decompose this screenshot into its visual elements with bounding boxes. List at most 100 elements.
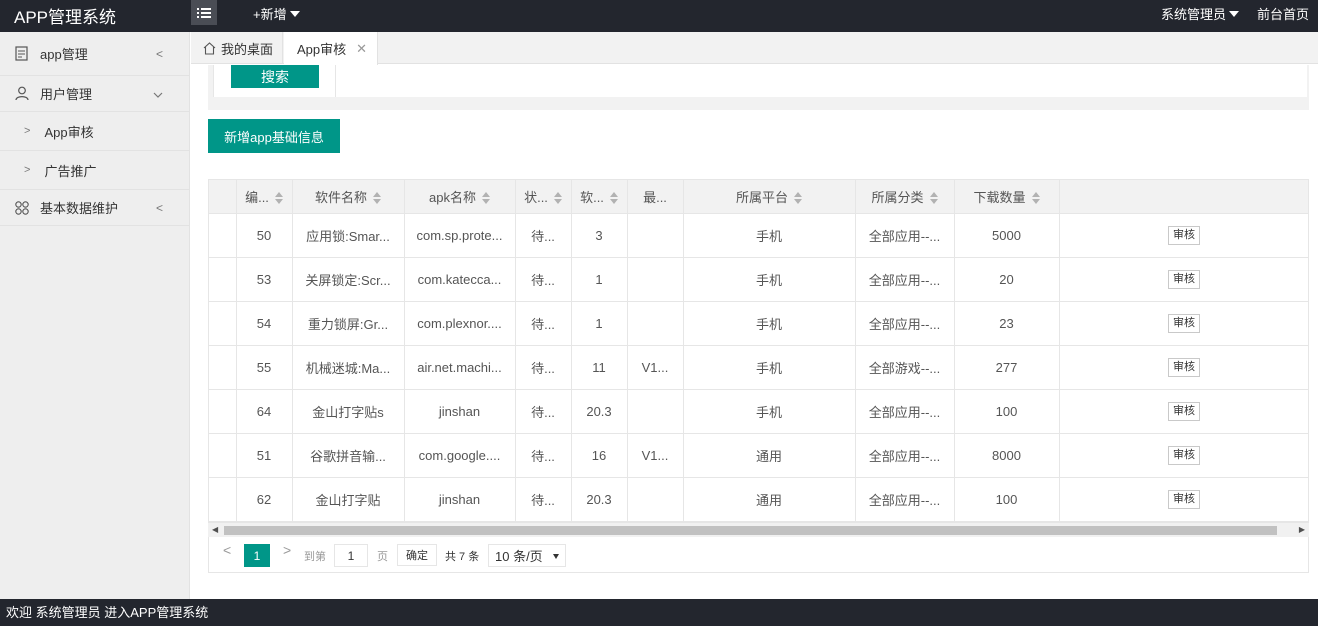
tab-app-audit[interactable]: App审核 ✕ [284,32,378,65]
cell-category: 全部应用--... [855,477,955,522]
new-dropdown[interactable]: +新增 [253,4,300,23]
cell-name: 应用锁:Smar... [292,213,405,258]
audit-button[interactable]: 审核 [1168,401,1200,421]
frontend-home-link[interactable]: 前台首页 [1257,4,1309,23]
audit-button[interactable]: 审核 [1168,445,1200,465]
chevron-down-icon [153,87,163,101]
table-header[interactable]: 最... [627,180,684,214]
cell-ver [627,301,684,346]
cell-platform: 手机 [683,213,856,258]
cell-category: 全部应用--... [855,389,955,434]
table-header[interactable]: 软件名称 [292,180,405,214]
admin-dropdown[interactable]: 系统管理员 [1161,4,1240,23]
cell-action: 审核 [1059,213,1308,258]
cell-category: 全部应用--... [855,301,955,346]
cell-apk: com.sp.prote... [404,213,516,258]
app-table: 编... 软件名称 apk名称 状... 软... 最... 所属平台 所属分类… [208,179,1309,537]
next-page-icon[interactable]: > [283,542,291,558]
table-header[interactable]: apk名称 [404,180,516,214]
cell-platform: 手机 [683,257,856,302]
cell-name: 关屏锁定:Scr... [292,257,405,302]
search-panel: 搜索 [208,65,1309,110]
add-app-button[interactable]: 新增app基础信息 [208,119,340,153]
tab-my-desktop[interactable]: 我的桌面 [191,32,283,64]
scroll-left-icon[interactable]: ◀ [212,525,218,534]
audit-button[interactable]: 审核 [1168,489,1200,509]
table-header[interactable]: 状... [515,180,572,214]
close-icon[interactable]: ✕ [356,41,367,57]
header-label: 最... [643,189,667,205]
scrollbar-thumb[interactable] [224,526,1277,535]
sort-icon[interactable] [481,192,490,205]
cell-action: 审核 [1059,433,1308,478]
sidebar-item-basic-data[interactable]: 基本数据维护 < [0,190,189,226]
cell-name: 金山打字贴 [292,477,405,522]
audit-button[interactable]: 审核 [1168,225,1200,245]
sidebar-item-app-manage[interactable]: app管理 < [0,32,189,76]
page-number-input[interactable] [334,544,368,567]
sort-icon[interactable] [1031,192,1040,205]
row-select-cell [209,477,237,522]
cell-downloads: 277 [954,345,1060,390]
cell-apk: jinshan [404,389,516,434]
cell-status: 待... [515,477,572,522]
row-select-cell [209,433,237,478]
cell-status: 待... [515,389,572,434]
table-header[interactable]: 所属平台 [683,180,856,214]
app-title: APP管理系统 [14,8,117,27]
sort-icon[interactable] [929,192,938,205]
grid-icon [14,200,30,216]
cell-category: 全部应用--... [855,433,955,478]
table-header[interactable]: 所属分类 [855,180,955,214]
table-body: 50 应用锁:Smar... com.sp.prote... 待... 3 手机 全部应用-… [209,213,1308,522]
page-confirm-button[interactable]: 确定 [397,544,437,566]
cell-size: 1 [571,301,628,346]
horizontal-scrollbar[interactable]: ◀ ▶ [208,522,1309,537]
search-button[interactable]: 搜索 [231,65,319,88]
sort-icon[interactable] [794,192,802,205]
cell-platform: 通用 [683,477,856,522]
cell-ver [627,257,684,302]
audit-button[interactable]: 审核 [1168,313,1200,333]
tab-label: App审核 [297,42,347,57]
main-content: 搜索 新增app基础信息 编... 软件名称 apk名称 状... 软... 最… [191,65,1318,599]
table-header[interactable]: 编... [236,180,293,214]
chevron-left-icon: < [155,46,163,61]
row-select-cell [209,389,237,434]
table-row: 50 应用锁:Smar... com.sp.prote... 待... 3 手机 全部应用-… [209,213,1308,258]
cell-size: 20.3 [571,389,628,434]
header-label: 所属分类 [871,189,924,205]
sort-icon[interactable] [609,192,618,205]
cell-platform: 手机 [683,345,856,390]
table-header[interactable]: 软... [571,180,628,214]
sidebar-item-ads[interactable]: > 广告推广 [0,151,189,190]
page-size-select[interactable]: 10 条/页 [488,544,566,567]
sort-icon[interactable] [553,192,562,205]
row-select-cell [209,257,237,302]
cell-id: 51 [236,433,293,478]
header-label: 所属平台 [735,189,788,205]
cell-size: 3 [571,213,628,258]
total-count: 共 7 条 [445,551,480,563]
sidebar-item-user-manage[interactable]: 用户管理 [0,76,189,112]
header-label: 状... [524,189,548,205]
scroll-right-icon[interactable]: ▶ [1299,525,1305,534]
footer: 欢迎 系统管理员 进入APP管理系统 [0,599,1318,626]
prev-page-icon[interactable]: < [223,542,231,558]
cell-id: 50 [236,213,293,258]
sort-icon[interactable] [274,192,283,205]
audit-button[interactable]: 审核 [1168,269,1200,289]
table-header[interactable]: 下载数量 [954,180,1060,214]
home-icon [203,41,216,55]
user-icon [14,86,30,102]
cell-apk: air.net.machi... [404,345,516,390]
audit-button[interactable]: 审核 [1168,357,1200,377]
page-current[interactable]: 1 [244,544,270,567]
cell-ver [627,477,684,522]
cell-downloads: 100 [954,389,1060,434]
cell-downloads: 5000 [954,213,1060,258]
caret-down-icon [289,11,300,17]
sidebar-item-app-audit[interactable]: > App审核 [0,112,189,151]
menu-toggle-button[interactable] [191,0,217,25]
sort-icon[interactable] [373,192,381,205]
